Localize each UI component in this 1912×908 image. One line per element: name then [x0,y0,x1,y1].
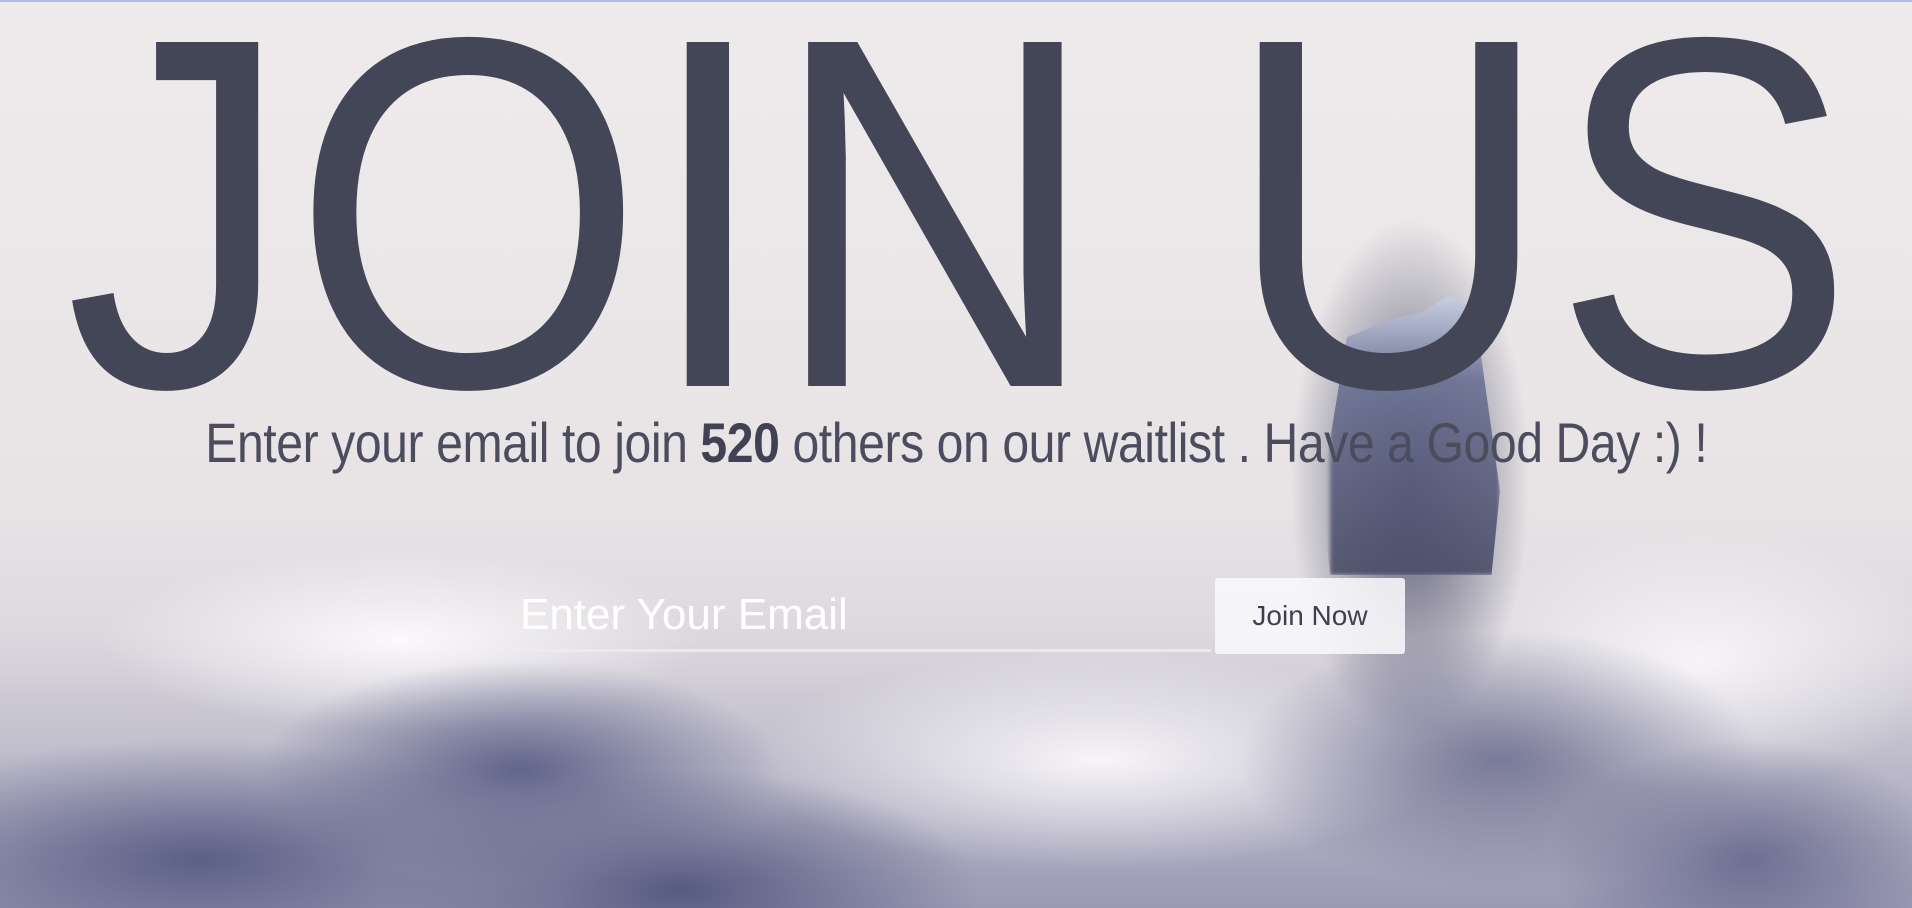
email-input[interactable] [510,580,1211,652]
join-now-button[interactable]: Join Now [1215,578,1405,654]
waitlist-subtitle: Enter your email to join 520 others on o… [0,410,1912,475]
waitlist-count: 520 [700,411,780,474]
subtitle-text-before: Enter your email to join [204,411,701,474]
subtitle-text-after: others on our waitlist . Have a Good Day… [779,411,1708,474]
